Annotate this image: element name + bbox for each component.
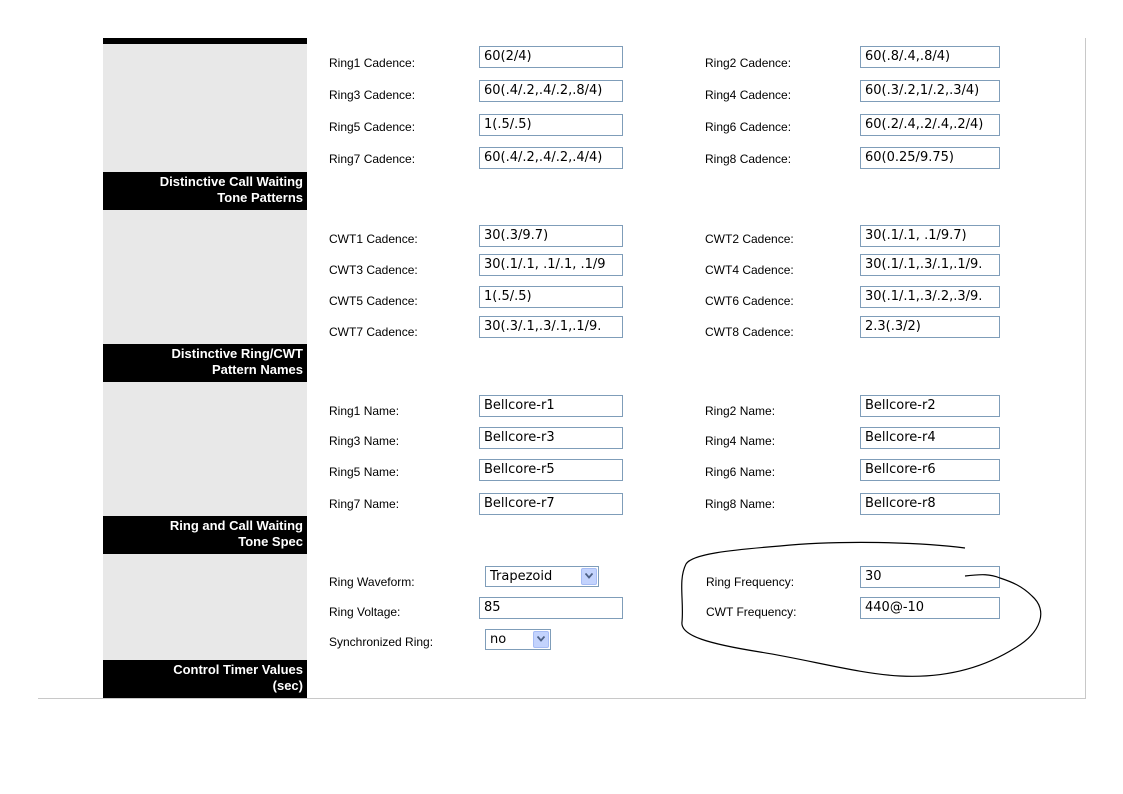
section-header-line: Tone Patterns [217,190,303,205]
ring8-name-label: Ring8 Name: [705,497,776,511]
side-spacer [103,554,307,660]
ring3-cadence-label: Ring3 Cadence: [329,88,416,102]
ring4-cadence-input[interactable]: 60(.3/.2,1/.2,.3/4) [860,80,1000,102]
ring4-name-input[interactable]: Bellcore-r4 [860,427,1000,449]
ring2-name-label: Ring2 Name: [705,404,776,418]
ring1-name-label: Ring1 Name: [329,404,400,418]
ring5-name-input[interactable]: Bellcore-r5 [479,459,623,481]
chevron-down-icon[interactable] [581,568,597,585]
synchronized-ring-label: Synchronized Ring: [329,635,434,649]
ring7-name-input[interactable]: Bellcore-r7 [479,493,623,515]
ring-voltage-label: Ring Voltage: [329,605,401,619]
section-header-ring-cwt-names: Distinctive Ring/CWT Pattern Names [103,344,307,382]
ring7-cadence-label: Ring7 Cadence: [329,152,416,166]
ring2-name-input[interactable]: Bellcore-r2 [860,395,1000,417]
cwt2-cadence-input[interactable]: 30(.1/.1, .1/9.7) [860,225,1000,247]
cwt6-cadence-input[interactable]: 30(.1/.1,.3/.2,.3/9. [860,286,1000,308]
cwt8-cadence-input[interactable]: 2.3(.3/2) [860,316,1000,338]
ring5-cadence-input[interactable]: 1(.5/.5) [479,114,623,136]
section-header-control-timer: Control Timer Values (sec) [103,660,307,698]
section-header-line: Tone Spec [238,534,303,549]
ring6-cadence-label: Ring6 Cadence: [705,120,792,134]
cwt2-cadence-label: CWT2 Cadence: [705,232,794,246]
ring5-name-label: Ring5 Name: [329,465,400,479]
ring3-name-label: Ring3 Name: [329,434,400,448]
synchronized-ring-value: no [490,632,507,647]
side-spacer [103,210,307,344]
ring7-cadence-input[interactable]: 60(.4/.2,.4/.2,.4/4) [479,147,623,169]
cwt3-cadence-label: CWT3 Cadence: [329,263,418,277]
cwt5-cadence-label: CWT5 Cadence: [329,294,418,308]
ring7-name-label: Ring7 Name: [329,497,400,511]
section-header-line: (sec) [272,678,303,693]
cwt1-cadence-label: CWT1 Cadence: [329,232,418,246]
cwt1-cadence-input[interactable]: 30(.3/9.7) [479,225,623,247]
ring2-cadence-label: Ring2 Cadence: [705,56,792,70]
ring-voltage-input[interactable]: 85 [479,597,623,619]
ring-waveform-label: Ring Waveform: [329,575,415,589]
ring6-name-input[interactable]: Bellcore-r6 [860,459,1000,481]
section-header-line: Distinctive Ring/CWT [171,346,303,361]
ring1-cadence-input[interactable]: 60(2/4) [479,46,623,68]
section-header-line: Distinctive Call Waiting [159,174,303,189]
section-header-line: Pattern Names [211,362,303,377]
ring-waveform-value: Trapezoid [490,569,553,584]
ring8-cadence-input[interactable]: 60(0.25/9.75) [860,147,1000,169]
cwt4-cadence-input[interactable]: 30(.1/.1,.3/.1,.1/9. [860,254,1000,276]
hand-drawn-circle-annotation [681,541,1042,677]
ring1-name-input[interactable]: Bellcore-r1 [479,395,623,417]
ring3-name-input[interactable]: Bellcore-r3 [479,427,623,449]
cwt6-cadence-label: CWT6 Cadence: [705,294,794,308]
ring8-name-input[interactable]: Bellcore-r8 [860,493,1000,515]
section-header-line: Ring and Call Waiting [169,518,303,533]
ring3-cadence-input[interactable]: 60(.4/.2,.4/.2,.8/4) [479,80,623,102]
ring8-cadence-label: Ring8 Cadence: [705,152,792,166]
ring6-name-label: Ring6 Name: [705,465,776,479]
frame-border-right [1085,38,1086,698]
cwt3-cadence-input[interactable]: 30(.1/.1, .1/.1, .1/9 [479,254,623,276]
frame-border-bottom [38,698,1086,699]
ring5-cadence-label: Ring5 Cadence: [329,120,416,134]
cwt8-cadence-label: CWT8 Cadence: [705,325,794,339]
cwt5-cadence-input[interactable]: 1(.5/.5) [479,286,623,308]
ring4-name-label: Ring4 Name: [705,434,776,448]
cwt4-cadence-label: CWT4 Cadence: [705,263,794,277]
side-spacer [103,44,307,172]
synchronized-ring-select[interactable]: no [485,629,551,650]
section-header-ring-cwt-spec: Ring and Call Waiting Tone Spec [103,516,307,554]
ring2-cadence-input[interactable]: 60(.8/.4,.8/4) [860,46,1000,68]
cwt7-cadence-label: CWT7 Cadence: [329,325,418,339]
section-header-distinctive-cwt: Distinctive Call Waiting Tone Patterns [103,172,307,210]
ring6-cadence-input[interactable]: 60(.2/.4,.2/.4,.2/4) [860,114,1000,136]
ring1-cadence-label: Ring1 Cadence: [329,56,416,70]
side-spacer [103,382,307,516]
cwt7-cadence-input[interactable]: 30(.3/.1,.3/.1,.1/9. [479,316,623,338]
chevron-down-icon[interactable] [533,631,549,648]
ring-waveform-select[interactable]: Trapezoid [485,566,599,587]
ring4-cadence-label: Ring4 Cadence: [705,88,792,102]
section-header-line: Control Timer Values [173,662,303,677]
